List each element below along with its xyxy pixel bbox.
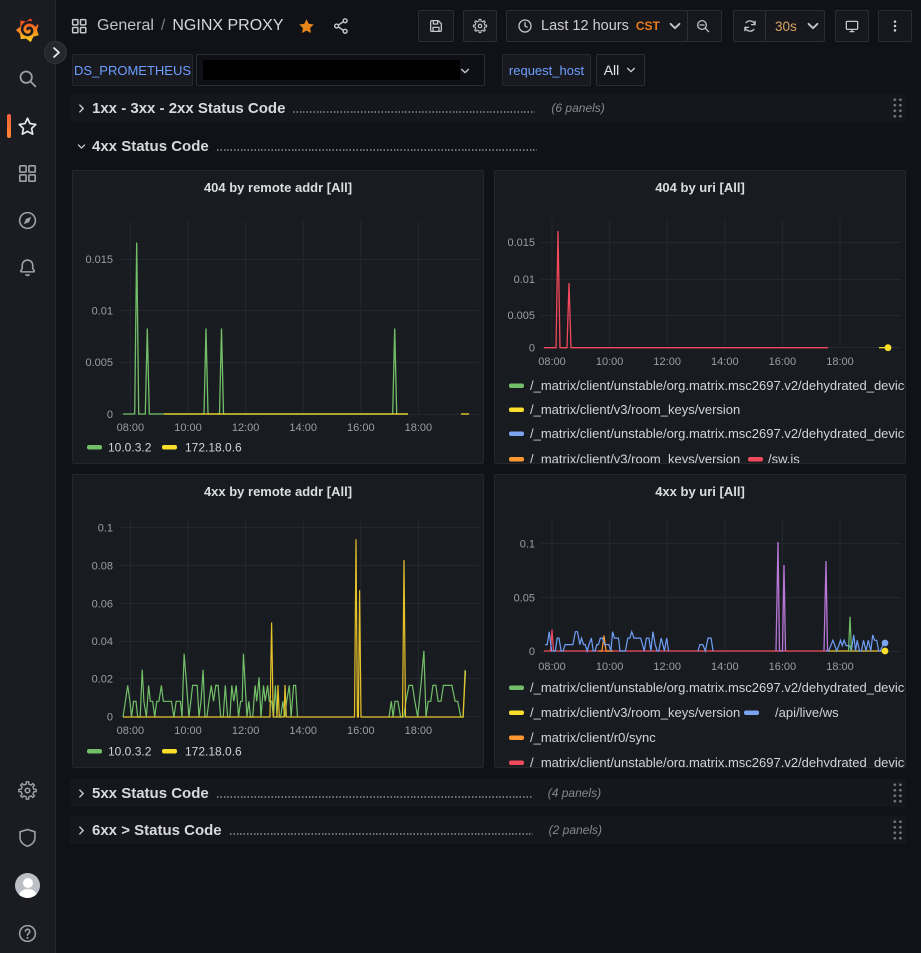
svg-text:0.005: 0.005 xyxy=(85,357,113,369)
svg-text:14:00: 14:00 xyxy=(289,725,317,737)
svg-text:14:00: 14:00 xyxy=(711,356,739,368)
svg-text:08:00: 08:00 xyxy=(117,725,145,737)
svg-text:16:00: 16:00 xyxy=(769,661,797,673)
svg-text:/_matrix/client/unstable/org.m: /_matrix/client/unstable/org.matrix.msc2… xyxy=(530,755,906,768)
svg-text:0.015: 0.015 xyxy=(507,237,535,249)
svg-text:16:00: 16:00 xyxy=(347,422,375,434)
svg-text:14:00: 14:00 xyxy=(289,422,317,434)
svg-text:10:00: 10:00 xyxy=(596,661,624,673)
svg-text:0: 0 xyxy=(107,712,113,724)
svg-text:0.04: 0.04 xyxy=(92,636,113,648)
svg-text:/_matrix/client/v3/room_keys/v: /_matrix/client/v3/room_keys/version xyxy=(530,452,740,465)
svg-text:0.06: 0.06 xyxy=(92,599,113,611)
svg-text:12:00: 12:00 xyxy=(232,725,260,737)
svg-text:/_matrix/client/unstable/org.m: /_matrix/client/unstable/org.matrix.msc2… xyxy=(530,378,906,393)
svg-text:18:00: 18:00 xyxy=(405,725,433,737)
svg-text:18:00: 18:00 xyxy=(826,356,854,368)
svg-text:12:00: 12:00 xyxy=(653,661,681,673)
svg-text:172.18.0.6: 172.18.0.6 xyxy=(185,745,242,759)
svg-text:0.1: 0.1 xyxy=(98,523,113,535)
svg-text:/_matrix/client/unstable/org.m: /_matrix/client/unstable/org.matrix.msc2… xyxy=(530,680,906,695)
svg-text:16:00: 16:00 xyxy=(769,356,797,368)
svg-text:18:00: 18:00 xyxy=(405,422,433,434)
svg-text:16:00: 16:00 xyxy=(347,725,375,737)
svg-text:08:00: 08:00 xyxy=(538,661,566,673)
svg-text:10:00: 10:00 xyxy=(174,422,202,434)
svg-text:0.005: 0.005 xyxy=(507,310,535,322)
svg-text:0: 0 xyxy=(529,343,535,355)
svg-text:12:00: 12:00 xyxy=(653,356,681,368)
svg-text:0.01: 0.01 xyxy=(514,274,535,286)
svg-text:172.18.0.6: 172.18.0.6 xyxy=(185,441,242,455)
svg-text:0: 0 xyxy=(529,646,535,658)
svg-text:0.01: 0.01 xyxy=(92,306,113,318)
svg-text:0.05: 0.05 xyxy=(514,593,535,605)
svg-text:0.08: 0.08 xyxy=(92,561,113,573)
svg-text:0.1: 0.1 xyxy=(520,539,535,551)
svg-text:10:00: 10:00 xyxy=(174,725,202,737)
svg-text:0.02: 0.02 xyxy=(92,674,113,686)
svg-text:/_matrix/client/v3/room_keys/v: /_matrix/client/v3/room_keys/version xyxy=(530,705,740,720)
svg-text:14:00: 14:00 xyxy=(711,661,739,673)
svg-text:12:00: 12:00 xyxy=(232,422,260,434)
svg-text:0.015: 0.015 xyxy=(85,254,113,266)
svg-text:10:00: 10:00 xyxy=(596,356,624,368)
svg-text:10.0.3.2: 10.0.3.2 xyxy=(108,441,152,455)
svg-text:08:00: 08:00 xyxy=(538,356,566,368)
svg-text:10.0.3.2: 10.0.3.2 xyxy=(108,745,152,759)
svg-text:/_matrix/client/v3/room_keys/v: /_matrix/client/v3/room_keys/version xyxy=(530,402,740,417)
svg-text:/_matrix/client/unstable/org.m: /_matrix/client/unstable/org.matrix.msc2… xyxy=(530,426,906,441)
svg-text:0: 0 xyxy=(107,409,113,421)
svg-text:/_matrix/client/r0/sync: /_matrix/client/r0/sync xyxy=(530,730,656,745)
svg-text:18:00: 18:00 xyxy=(826,661,854,673)
svg-text:/api/live/ws: /api/live/ws xyxy=(775,705,839,720)
svg-text:/sw.js: /sw.js xyxy=(768,452,800,465)
svg-text:08:00: 08:00 xyxy=(117,422,145,434)
